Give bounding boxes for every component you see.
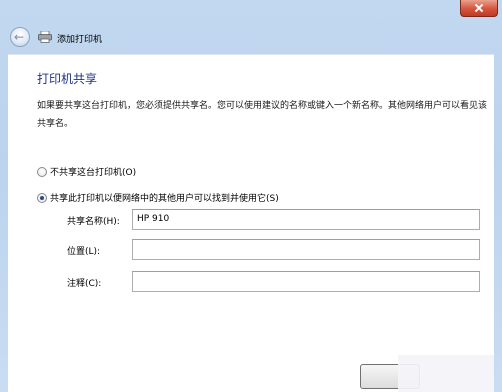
page-title: 打印机共享 — [37, 72, 98, 86]
share-name-input[interactable]: HP 910 — [132, 209, 480, 230]
window-title: 添加打印机 — [57, 35, 103, 45]
blur-overlay — [398, 355, 494, 392]
no-share-label[interactable]: 不共享这台打印机(O) — [50, 165, 136, 178]
description-text: 如果要共享这台打印机，您必须提供共享名。您可以使用建议的名称或键入一个新名称。其… — [37, 101, 488, 129]
printer-icon — [38, 31, 52, 43]
back-button[interactable]: ← — [10, 27, 30, 47]
share-label[interactable]: 共享此打印机以便网络中的其他用户可以找到并使用它(S) — [50, 191, 279, 204]
location-label: 位置(L): — [67, 247, 101, 257]
share-name-label: 共享名称(H): — [67, 217, 120, 227]
share-radio[interactable] — [37, 193, 47, 203]
comment-label: 注释(C): — [67, 279, 102, 289]
back-arrow-icon: ← — [14, 30, 25, 44]
navigation-bar: ← 添加打印机 — [6, 23, 496, 53]
content-panel: 打印机共享 如果要共享这台打印机，您必须提供共享名。您可以使用建议的名称或键入一… — [8, 54, 494, 392]
comment-input[interactable] — [132, 271, 480, 292]
dialog-window: ← 添加打印机 打印机共享 如果要共享这台打印机，您必须提供共享名。您可以使用建… — [0, 0, 502, 392]
location-input[interactable] — [132, 239, 480, 260]
close-button[interactable] — [460, 0, 498, 17]
no-share-radio[interactable] — [37, 167, 47, 177]
